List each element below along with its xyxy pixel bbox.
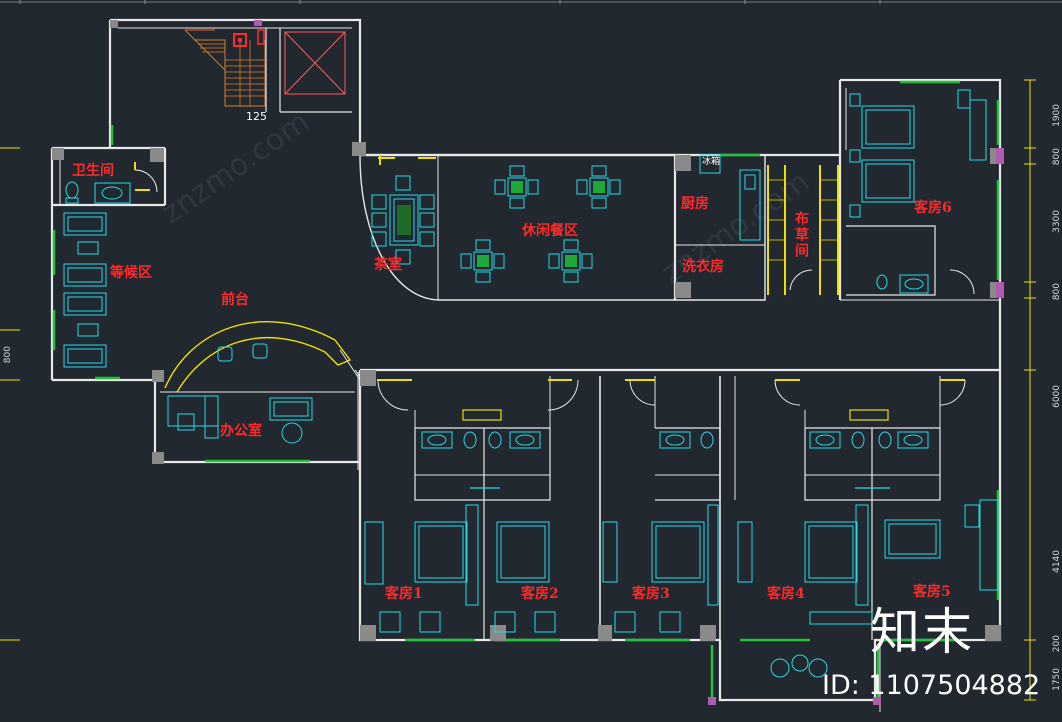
right-dimension-label: 800: [1052, 148, 1062, 166]
door-swings: [134, 169, 975, 411]
room-label-restroom: 卫生间: [72, 163, 114, 179]
left-dimension-label: 800: [3, 346, 13, 364]
room-label-guest-room-2: 客房2: [521, 586, 559, 602]
room-label-guest-room-4: 客房4: [767, 586, 805, 602]
fridge-label: 冰箱: [702, 157, 721, 167]
right-dimension-label: 4140: [1052, 550, 1062, 573]
room-label-guest-room-6: 客房6: [914, 200, 952, 216]
front-desk-counter: [164, 321, 352, 393]
walls: [50, 18, 1002, 712]
watermark-id: ID: 1107504882: [822, 670, 1041, 701]
left-dimension-ruler: [0, 147, 20, 641]
right-dimension-label: 6000: [1052, 385, 1062, 408]
room-label-office: 办公室: [220, 423, 262, 439]
room-label-guest-room-1: 客房1: [385, 586, 423, 602]
right-dimension-ruler: [1024, 79, 1036, 701]
room-label-front-desk: 前台: [221, 292, 249, 308]
right-dimension-label: 1900: [1052, 104, 1062, 127]
room-label-tea-room: 茶室: [374, 257, 402, 273]
room-label-kitchen: 厨房: [681, 196, 709, 212]
room-label-waiting-area: 等候区: [110, 265, 152, 281]
room-label-guest-room-3: 客房3: [632, 586, 670, 602]
right-dimension-label: 800: [1052, 283, 1062, 301]
right-dimension-label: 3300: [1052, 210, 1062, 233]
right-dimension-label: 1750: [1052, 668, 1062, 691]
right-dimension-label: 200: [1052, 635, 1062, 653]
elevator-shaft: [284, 31, 346, 95]
room-label-leisure-dining: 休闲餐区: [522, 223, 578, 239]
room-label-linen-room: 布草间: [793, 211, 809, 259]
room-label-laundry: 洗衣房: [682, 259, 724, 275]
staircase: [184, 29, 266, 107]
columns: [52, 20, 1004, 641]
watermark-logo: 知末: [870, 603, 974, 661]
stair-step-label: 125: [246, 110, 267, 123]
